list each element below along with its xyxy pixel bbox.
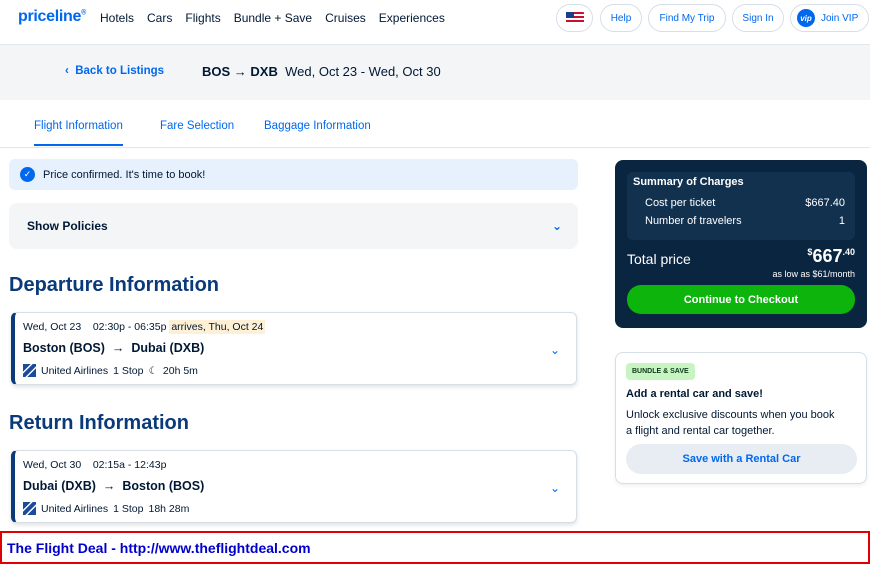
united-airlines-logo-icon bbox=[23, 364, 36, 377]
chevron-left-icon: ‹ bbox=[65, 65, 69, 77]
summary-title: Summary of Charges bbox=[633, 176, 744, 188]
back-to-listings-link[interactable]: ‹ Back to Listings bbox=[65, 65, 164, 77]
return-duration: 18h 28m bbox=[148, 502, 190, 515]
cost-per-ticket-row: Cost per ticket $667.40 bbox=[645, 197, 845, 209]
back-label: Back to Listings bbox=[75, 65, 165, 77]
check-circle-icon: ✓ bbox=[20, 167, 35, 182]
nav-link-hotels[interactable]: Hotels bbox=[100, 11, 134, 25]
total-cents: .40 bbox=[842, 247, 855, 257]
departure-details: United Airlines 1 Stop ☾ 20h 5m bbox=[23, 364, 198, 377]
departure-times: 02:30p - 06:35p bbox=[92, 321, 167, 333]
summary-of-charges-panel: Summary of Charges Cost per ticket $667.… bbox=[615, 160, 867, 328]
join-vip-button[interactable]: vip Join VIP bbox=[790, 4, 869, 32]
total-whole: 667 bbox=[812, 246, 843, 266]
arrow-right-icon: → bbox=[102, 479, 116, 493]
nav-link-experiences[interactable]: Experiences bbox=[379, 11, 445, 25]
united-airlines-logo-icon bbox=[23, 502, 36, 515]
tab-baggage-information[interactable]: Baggage Information bbox=[264, 120, 371, 132]
language-selector-button[interactable] bbox=[556, 4, 593, 32]
departure-route: Boston (BOS) → Dubai (DXB) bbox=[23, 341, 204, 355]
us-flag-icon bbox=[565, 12, 584, 24]
monthly-payment-note: as low as $61/month bbox=[772, 269, 855, 279]
departure-schedule: Wed, Oct 23 02:30p - 06:35p arrives, Thu… bbox=[23, 320, 266, 334]
cost-label: Cost per ticket bbox=[645, 197, 716, 209]
trip-route: BOS → DXB Wed, Oct 23 - Wed, Oct 30 bbox=[202, 64, 441, 79]
departure-to: Dubai (DXB) bbox=[131, 341, 205, 355]
nav-links: Hotels Cars Flights Bundle + Save Cruise… bbox=[100, 11, 445, 25]
arrow-right-icon: → bbox=[111, 341, 125, 355]
departure-date: Wed, Oct 23 bbox=[23, 321, 82, 333]
departure-from: Boston (BOS) bbox=[23, 341, 105, 355]
priceline-logo[interactable]: priceline® bbox=[18, 8, 86, 26]
chevron-down-icon: ⌄ bbox=[549, 343, 560, 357]
return-airline: United Airlines bbox=[41, 502, 109, 515]
tab-fare-selection[interactable]: Fare Selection bbox=[160, 120, 234, 132]
return-from: Dubai (DXB) bbox=[23, 479, 96, 493]
bundle-save-card: BUNDLE & SAVE Add a rental car and save!… bbox=[615, 352, 867, 484]
flight-deal-watermark: The Flight Deal - http://www.theflightde… bbox=[0, 531, 870, 564]
nav-link-bundle-save[interactable]: Bundle + Save bbox=[234, 11, 312, 25]
return-date: Wed, Oct 30 bbox=[23, 459, 82, 471]
show-policies-toggle[interactable]: Show Policies ⌄ bbox=[9, 203, 578, 249]
detail-tabs: Flight Information Fare Selection Baggag… bbox=[0, 100, 870, 148]
departure-airline: United Airlines bbox=[41, 364, 109, 377]
moon-icon: ☾ bbox=[148, 364, 158, 377]
return-flight-card[interactable]: Wed, Oct 30 02:15a - 12:43p Dubai (DXB) … bbox=[11, 450, 577, 523]
bundle-description: Unlock exclusive discounts when you book… bbox=[626, 409, 835, 437]
route-arrow-icon: → bbox=[233, 64, 247, 79]
trip-subheader: ‹ Back to Listings BOS → DXB Wed, Oct 23… bbox=[0, 44, 870, 100]
policies-label: Show Policies bbox=[27, 219, 108, 233]
departure-arrives-note: arrives, Thu, Oct 24 bbox=[169, 320, 266, 334]
sign-in-button[interactable]: Sign In bbox=[732, 4, 784, 32]
destination-code: DXB bbox=[250, 64, 278, 79]
join-vip-label: Join VIP bbox=[821, 12, 859, 24]
help-button[interactable]: Help bbox=[600, 4, 642, 32]
travelers-value: 1 bbox=[838, 215, 845, 227]
departure-flight-card[interactable]: Wed, Oct 23 02:30p - 06:35p arrives, Thu… bbox=[11, 312, 577, 385]
chevron-down-icon: ⌄ bbox=[549, 481, 560, 495]
return-to: Boston (BOS) bbox=[122, 479, 205, 493]
bundle-title: Add a rental car and save! bbox=[626, 388, 763, 400]
total-price-value: $667.40 bbox=[807, 246, 855, 267]
origin-code: BOS bbox=[202, 64, 231, 79]
tab-flight-information[interactable]: Flight Information bbox=[34, 120, 123, 146]
save-with-rental-car-button[interactable]: Save with a Rental Car bbox=[626, 444, 857, 474]
total-price-label: Total price bbox=[627, 251, 691, 267]
travelers-row: Number of travelers 1 bbox=[645, 215, 845, 227]
departure-title: Departure Information bbox=[9, 274, 220, 296]
bundle-badge: BUNDLE & SAVE bbox=[626, 363, 695, 380]
nav-link-cars[interactable]: Cars bbox=[147, 11, 172, 25]
return-stops: 1 Stop bbox=[113, 502, 144, 515]
chevron-down-icon: ⌄ bbox=[551, 219, 562, 233]
travelers-label: Number of travelers bbox=[645, 215, 742, 227]
return-route: Dubai (DXB) → Boston (BOS) bbox=[23, 479, 204, 493]
nav-link-cruises[interactable]: Cruises bbox=[325, 11, 366, 25]
return-schedule: Wed, Oct 30 02:15a - 12:43p bbox=[23, 459, 166, 471]
continue-to-checkout-button[interactable]: Continue to Checkout bbox=[627, 285, 855, 314]
logo-text: priceline bbox=[18, 8, 82, 25]
return-details: United Airlines 1 Stop 18h 28m bbox=[23, 502, 189, 515]
departure-duration: 20h 5m bbox=[162, 364, 198, 377]
cost-value: $667.40 bbox=[805, 197, 845, 209]
trip-dates: Wed, Oct 23 - Wed, Oct 30 bbox=[285, 64, 441, 79]
charges-breakdown: Summary of Charges Cost per ticket $667.… bbox=[627, 172, 855, 240]
return-title: Return Information bbox=[9, 412, 189, 434]
logo-registered-mark: ® bbox=[81, 9, 86, 17]
nav-link-flights[interactable]: Flights bbox=[185, 11, 220, 25]
departure-stops: 1 Stop bbox=[113, 364, 144, 377]
return-times: 02:15a - 12:43p bbox=[92, 459, 167, 471]
price-confirmed-banner: ✓ Price confirmed. It's time to book! bbox=[9, 159, 578, 190]
confirm-message: Price confirmed. It's time to book! bbox=[43, 168, 206, 181]
top-navigation: priceline® Hotels Cars Flights Bundle + … bbox=[0, 0, 870, 36]
find-my-trip-button[interactable]: Find My Trip bbox=[648, 4, 726, 32]
vip-icon: vip bbox=[797, 9, 815, 27]
